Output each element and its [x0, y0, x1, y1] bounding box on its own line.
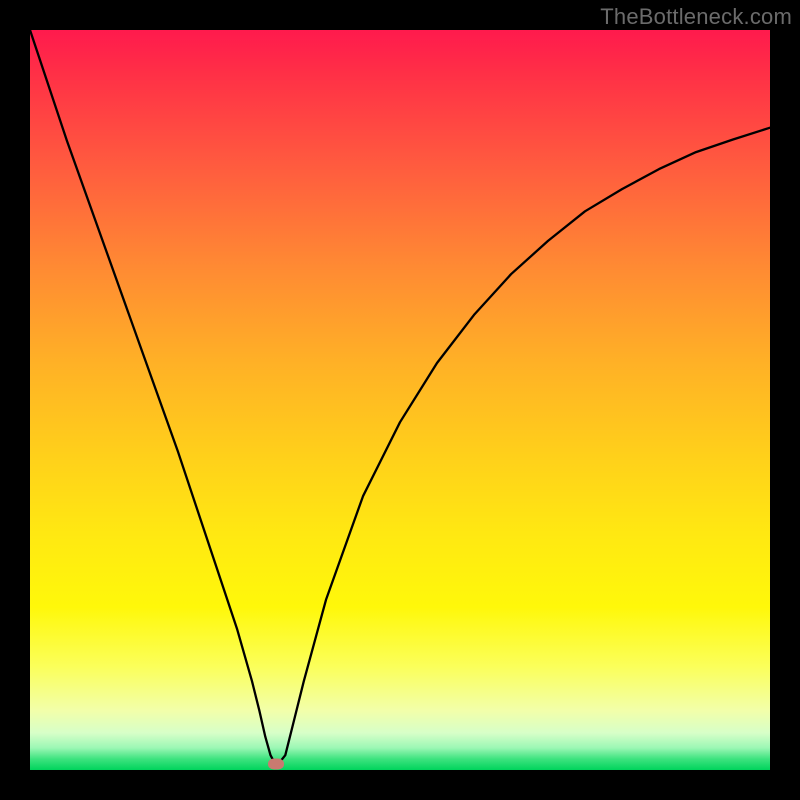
optimum-marker — [268, 759, 284, 770]
bottleneck-curve — [30, 30, 770, 770]
plot-area — [30, 30, 770, 770]
chart-frame: TheBottleneck.com — [0, 0, 800, 800]
watermark-text: TheBottleneck.com — [600, 4, 792, 30]
